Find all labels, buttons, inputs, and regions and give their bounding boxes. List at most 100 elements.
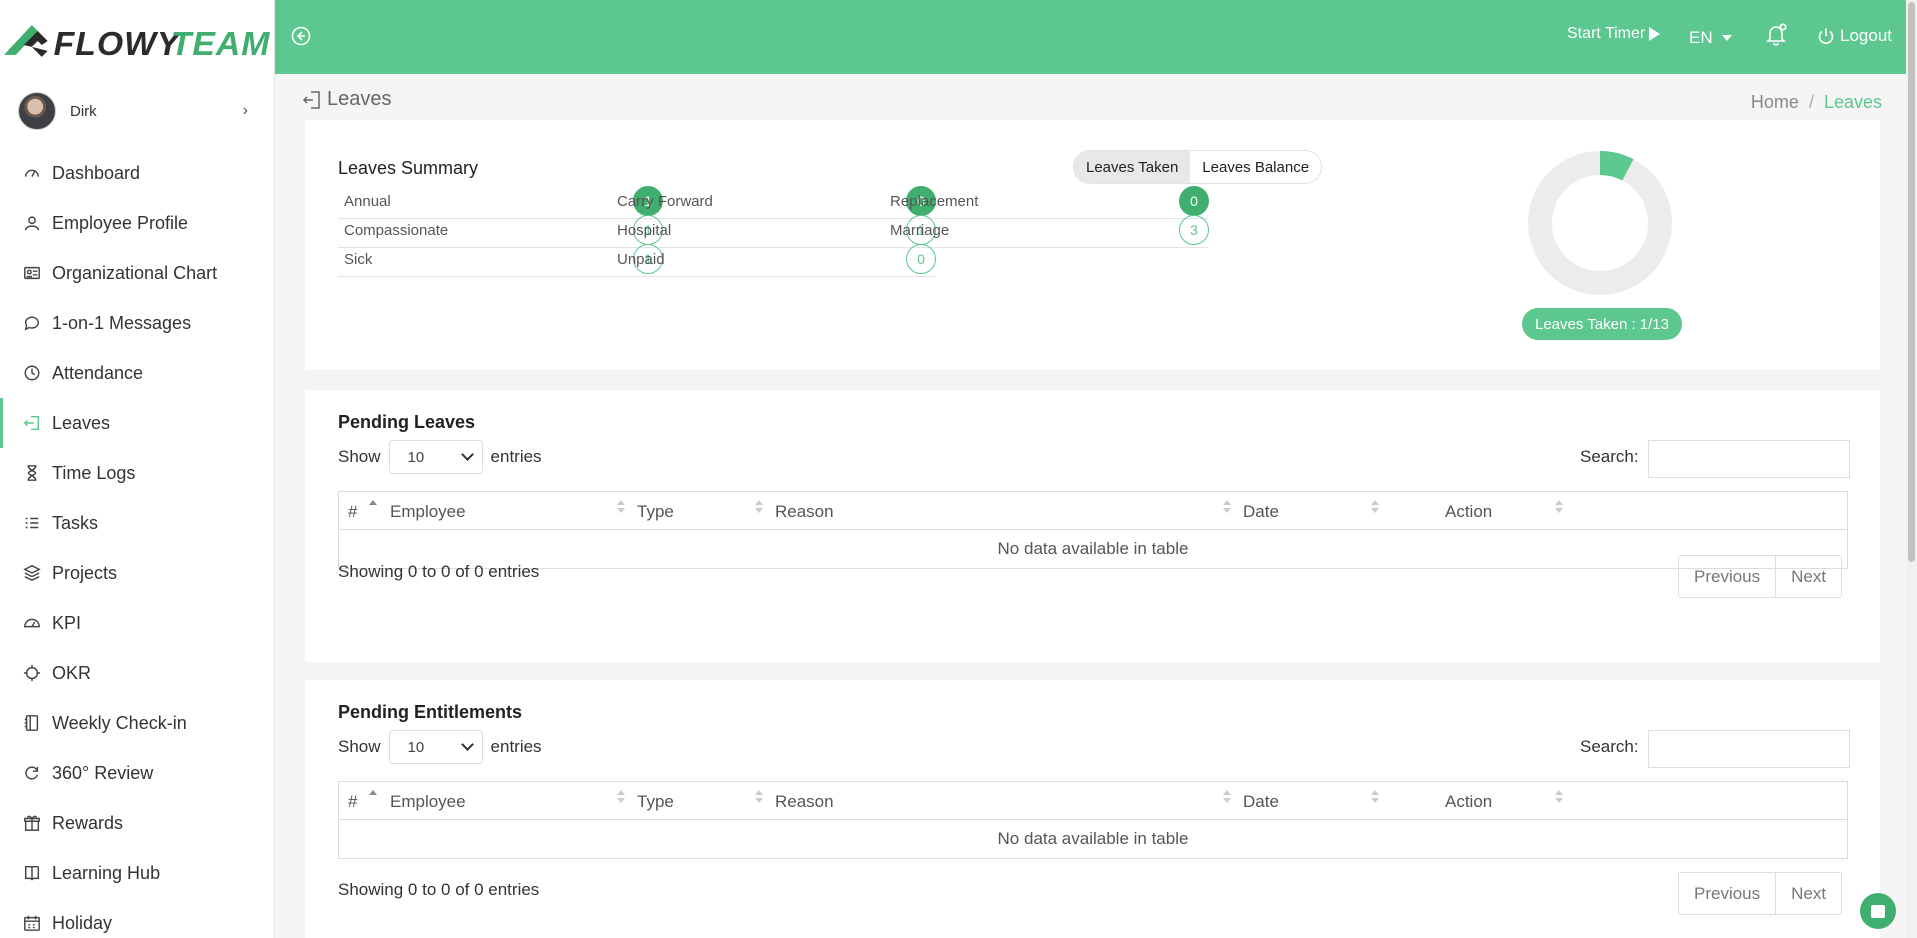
leave-count-badge: 3 (1179, 215, 1209, 245)
column-header-date[interactable]: Date (1243, 502, 1279, 522)
sidebar-item-360-review[interactable]: 360° Review (0, 748, 274, 798)
search-input[interactable] (1648, 730, 1850, 768)
pending-leaves-table: #EmployeeTypeReasonDateAction No data av… (338, 491, 1848, 569)
svg-text:TEAM: TEAM (171, 25, 271, 63)
show-label: Show (338, 447, 381, 467)
breadcrumb-home[interactable]: Home (1751, 92, 1799, 113)
sidebar-item-label: Projects (52, 563, 117, 584)
user-name: Dirk (70, 103, 97, 120)
user-menu[interactable]: Dirk › (0, 74, 274, 148)
entries-label: entries (491, 447, 542, 467)
sort-icon[interactable] (1371, 790, 1379, 806)
sidebar-item-okr[interactable]: OKR (0, 648, 274, 698)
breadcrumb-current: Leaves (1824, 92, 1882, 113)
dashboard-icon (22, 163, 42, 183)
column-header-employee[interactable]: Employee (390, 502, 466, 522)
column-header-type[interactable]: Type (637, 792, 674, 812)
sort-icon[interactable] (1555, 790, 1563, 806)
language-dropdown[interactable]: EN (1689, 28, 1732, 48)
search-input[interactable] (1648, 440, 1850, 478)
sidebar-item-tasks[interactable]: Tasks (0, 498, 274, 548)
page-scrollbar[interactable] (1906, 0, 1917, 938)
hourglass-icon (22, 463, 42, 483)
sidebar-item-label: OKR (52, 663, 91, 684)
sort-icon[interactable] (1555, 500, 1563, 516)
user-icon (22, 213, 42, 233)
sidebar-item-label: Time Logs (52, 463, 135, 484)
sidebar-item-label: Learning Hub (52, 863, 160, 884)
leaves-balance-tab[interactable]: Leaves Balance (1190, 151, 1321, 183)
leave-type-label: Unpaid (617, 251, 665, 268)
breadcrumb: Home / Leaves (1751, 92, 1882, 113)
leaves-summary-title: Leaves Summary (338, 158, 478, 179)
start-timer-button[interactable]: Start Timer (1567, 25, 1660, 43)
sidebar-item-organizational-chart[interactable]: Organizational Chart (0, 248, 274, 298)
logout-button[interactable]: Logout (1817, 26, 1892, 46)
column-header-action[interactable]: Action (1445, 502, 1492, 522)
previous-button[interactable]: Previous (1679, 556, 1775, 597)
sort-icon[interactable] (1223, 790, 1231, 806)
column-header-employee[interactable]: Employee (390, 792, 466, 812)
sidebar-item-holiday[interactable]: Holiday (0, 898, 274, 938)
flowyteam-logo[interactable]: FLOWY TEAM (0, 0, 274, 74)
column-header-date[interactable]: Date (1243, 792, 1279, 812)
bell-icon[interactable] (1763, 22, 1789, 48)
previous-button[interactable]: Previous (1679, 873, 1775, 914)
leaves-summary-card: Leaves Summary Leaves Taken Leaves Balan… (305, 120, 1880, 370)
column-header-action[interactable]: Action (1445, 792, 1492, 812)
scrollbar-thumb[interactable] (1908, 2, 1915, 562)
leaves-taken-tab[interactable]: Leaves Taken (1074, 151, 1190, 183)
sidebar-item-rewards[interactable]: Rewards (0, 798, 274, 848)
sort-icon[interactable] (1371, 500, 1379, 516)
entries-label: entries (491, 737, 542, 757)
chat-bubble-icon (22, 313, 42, 333)
chat-widget-button[interactable] (1860, 893, 1896, 929)
leave-type-label: Hospital (617, 222, 671, 239)
sidebar-item-leaves[interactable]: Leaves (0, 398, 274, 448)
sidebar-item-1-on-1-messages[interactable]: 1-on-1 Messages (0, 298, 274, 348)
start-timer-label: Start Timer (1567, 25, 1645, 43)
sidebar-item-label: Leaves (52, 413, 110, 434)
next-button[interactable]: Next (1775, 873, 1841, 914)
donut-remaining-segment (1540, 163, 1660, 283)
column-header-number[interactable]: # (348, 502, 357, 522)
sidebar-item-attendance[interactable]: Attendance (0, 348, 274, 398)
sidebar-item-employee-profile[interactable]: Employee Profile (0, 198, 274, 248)
sort-icon[interactable] (617, 500, 625, 516)
table-header: # Employee Type Reason Date Action (339, 492, 1847, 530)
sort-icon[interactable] (755, 500, 763, 516)
back-circle-icon[interactable] (290, 25, 312, 47)
power-icon (1817, 27, 1835, 45)
donut-taken-segment (1600, 163, 1628, 170)
language-label: EN (1689, 28, 1713, 48)
sidebar-item-projects[interactable]: Projects (0, 548, 274, 598)
sidebar-item-time-logs[interactable]: Time Logs (0, 448, 274, 498)
page-size-control: Show 10 entries (338, 440, 542, 474)
column-header-number[interactable]: # (348, 792, 357, 812)
sort-icon[interactable] (369, 790, 377, 806)
column-header-reason[interactable]: Reason (775, 792, 834, 812)
sort-icon[interactable] (369, 500, 377, 516)
sort-icon[interactable] (1223, 500, 1231, 516)
column-header-type[interactable]: Type (637, 502, 674, 522)
sidebar-item-learning-hub[interactable]: Learning Hub (0, 848, 274, 898)
search-label: Search: (1580, 737, 1639, 757)
sidebar-item-label: Organizational Chart (52, 263, 217, 284)
sidebar-item-dashboard[interactable]: Dashboard (0, 148, 274, 198)
sort-icon[interactable] (755, 790, 763, 806)
next-button[interactable]: Next (1775, 556, 1841, 597)
leaves-view-toggle: Leaves Taken Leaves Balance (1073, 150, 1322, 184)
page-size-select[interactable]: 10 (389, 730, 483, 764)
leave-count-badge: 0 (1179, 186, 1209, 216)
sidebar-item-kpi[interactable]: KPI (0, 598, 274, 648)
sidebar-item-label: Tasks (52, 513, 98, 534)
refresh-icon (22, 763, 42, 783)
sort-icon[interactable] (617, 790, 625, 806)
sidebar-item-weekly-check-in[interactable]: Weekly Check-in (0, 698, 274, 748)
leave-type-unpaid: Unpaid0 (611, 242, 936, 277)
column-header-reason[interactable]: Reason (775, 502, 834, 522)
sidebar-item-label: Holiday (52, 913, 112, 934)
sidebar-item-label: 1-on-1 Messages (52, 313, 191, 334)
table-header: # Employee Type Reason Date Action (339, 782, 1847, 820)
page-size-select[interactable]: 10 (389, 440, 483, 474)
